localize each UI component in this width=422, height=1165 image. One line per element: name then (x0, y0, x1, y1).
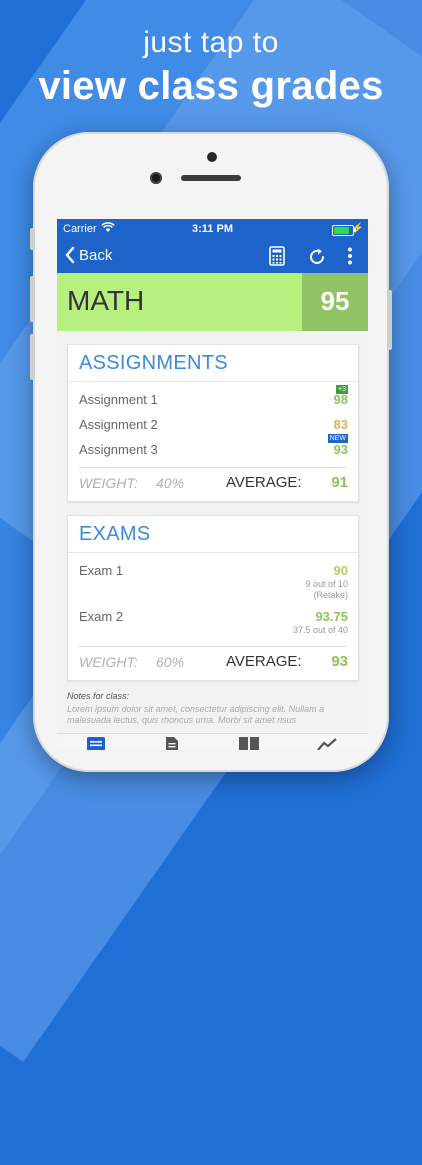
exam-score: 90 (333, 563, 348, 578)
subject-name: MATH (67, 285, 145, 316)
tab-grades-icon[interactable] (87, 737, 105, 750)
exam-points: 37.5 out of 40 (292, 625, 348, 635)
exam-note: (Retake) (313, 590, 348, 600)
assignment-score: 93 (333, 442, 348, 457)
assignment-score: 83 (333, 417, 348, 432)
promo-line-1: just tap to (143, 26, 279, 59)
assignment-name[interactable]: Assignment 1 (79, 392, 158, 407)
back-chevron-icon (65, 246, 75, 264)
weight-label: WEIGHT: (79, 475, 138, 491)
front-sensor (207, 152, 217, 162)
card-divider (68, 552, 358, 553)
back-label: Back (79, 246, 113, 264)
assignment-name[interactable]: Assignment 3 (79, 442, 158, 457)
assignment-name[interactable]: Assignment 2 (79, 417, 158, 432)
subject-grade: 95 (320, 286, 350, 316)
average-label: AVERAGE: (226, 474, 302, 491)
assignments-title: ASSIGNMENTS (79, 352, 228, 374)
status-time: 3:11 PM (192, 223, 233, 235)
volume-down-button (30, 334, 35, 380)
exam-points: 9 out of 10 (305, 579, 348, 589)
average-label: AVERAGE: (226, 653, 302, 670)
notes-title: Notes for class: (67, 691, 130, 701)
charging-icon: ⚡ (351, 223, 364, 234)
tab-book-icon[interactable] (239, 737, 259, 750)
average-value: 91 (331, 474, 348, 491)
class-notes[interactable]: Notes for class: Lorem ipsum dolor sit a… (67, 691, 357, 726)
tab-bar (57, 733, 368, 750)
weight-value: 40% (156, 475, 185, 491)
subject-grade-box: 95 (302, 273, 368, 331)
card-divider (68, 381, 358, 382)
front-camera (150, 172, 162, 184)
weight-label: WEIGHT: (79, 654, 138, 670)
power-button (387, 290, 392, 350)
exams-footer: WEIGHT: 60% AVERAGE: 93 (68, 646, 358, 680)
calculator-icon[interactable] (269, 246, 285, 271)
exam-name[interactable]: Exam 1 (79, 563, 123, 578)
app-screen: Carrier 3:11 PM ⚡ Back MATH 95 ASSIGNMEN… (57, 219, 368, 750)
tab-trend-icon[interactable] (317, 737, 337, 750)
assignments-footer: WEIGHT: 40% AVERAGE: 91 (68, 467, 358, 501)
assignment-score: 98 (333, 392, 348, 407)
back-button[interactable]: Back (65, 246, 112, 264)
navigation-bar: Back (57, 239, 368, 273)
exam-score: 93.75 (315, 609, 348, 624)
exam-name[interactable]: Exam 2 (79, 609, 123, 624)
subject-header: MATH 95 (57, 273, 368, 331)
mute-switch (30, 228, 35, 250)
more-vertical-icon[interactable] (347, 247, 353, 270)
assignments-card: ASSIGNMENTS Assignment 1 +3 98 Assignmen… (67, 344, 359, 502)
notes-body: Lorem ipsum dolor sit amet, consectetur … (67, 704, 325, 725)
refresh-icon[interactable] (307, 247, 327, 272)
status-bar: Carrier 3:11 PM ⚡ (57, 219, 368, 239)
weight-value: 60% (156, 654, 185, 670)
promo-line-2: view class grades (38, 64, 384, 108)
exams-card: EXAMS Exam 1 90 9 out of 10 (Retake) Exa… (67, 515, 359, 681)
earpiece-speaker (181, 175, 241, 181)
volume-up-button (30, 276, 35, 322)
tab-document-icon[interactable] (165, 737, 179, 750)
exams-title: EXAMS (79, 523, 151, 545)
average-value: 93 (331, 653, 348, 670)
